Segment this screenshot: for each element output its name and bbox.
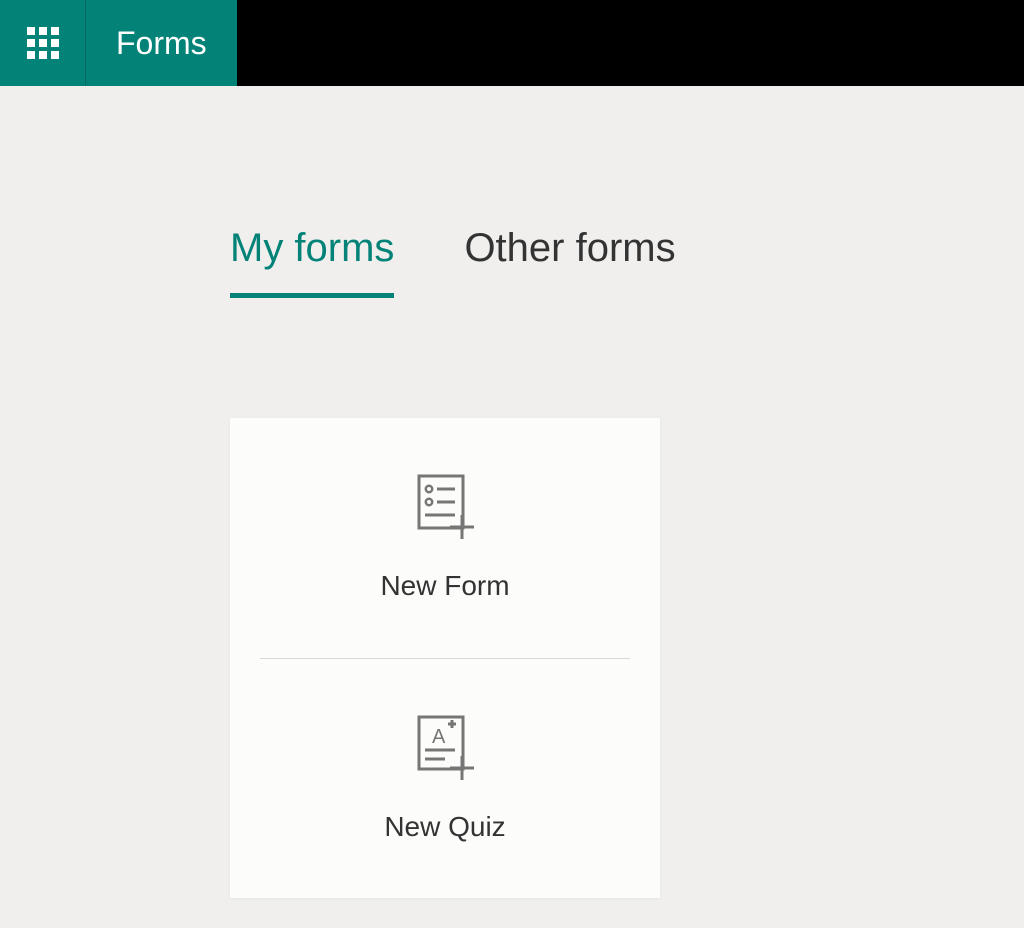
- tab-bar: My forms Other forms: [230, 226, 1024, 298]
- new-quiz-icon: A: [415, 715, 475, 781]
- create-card: New Form A New Quiz: [230, 418, 660, 898]
- main-content: My forms Other forms New Form: [0, 86, 1024, 898]
- app-launcher-button[interactable]: [0, 0, 86, 86]
- waffle-icon: [27, 27, 59, 59]
- new-form-icon: [415, 474, 475, 540]
- new-form-label: New Form: [380, 570, 509, 602]
- new-form-button[interactable]: New Form: [230, 418, 660, 658]
- app-title-button[interactable]: Forms: [86, 0, 237, 86]
- header-bar: Forms: [0, 0, 1024, 86]
- tab-other-forms[interactable]: Other forms: [464, 226, 675, 298]
- app-title: Forms: [116, 25, 207, 62]
- tab-my-forms[interactable]: My forms: [230, 226, 394, 298]
- new-quiz-label: New Quiz: [384, 811, 505, 843]
- new-quiz-button[interactable]: A New Quiz: [260, 658, 630, 898]
- svg-text:A: A: [432, 726, 446, 748]
